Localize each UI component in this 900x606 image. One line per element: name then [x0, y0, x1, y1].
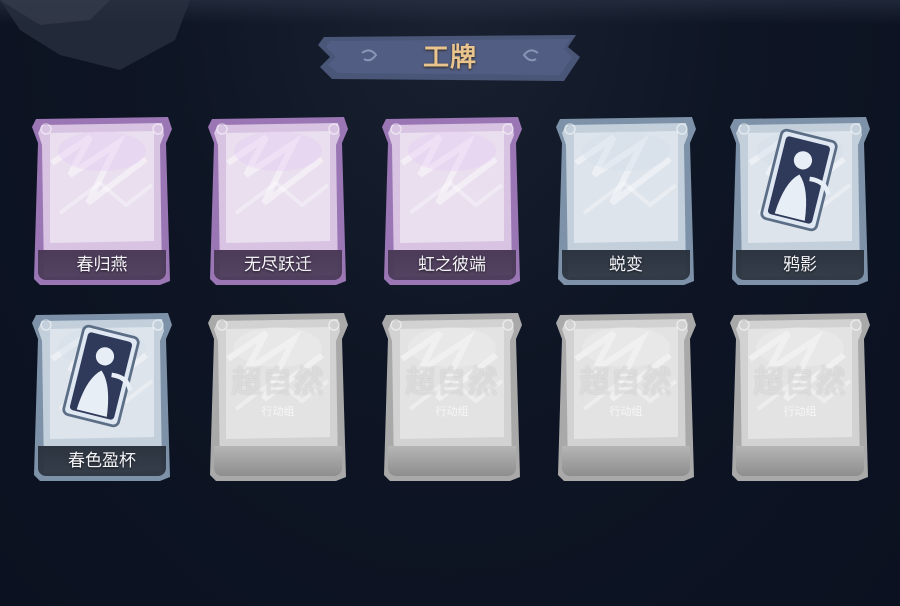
- badge-card[interactable]: 虹之彼端: [380, 113, 524, 288]
- badge-card[interactable]: 超自然 行动组: [728, 309, 872, 484]
- badge-name: 蜕变: [609, 255, 643, 275]
- badge-name: 春色盈杯: [68, 451, 136, 471]
- badge-name: 鸦影: [783, 255, 817, 275]
- badge-card[interactable]: 无尽跃迁: [206, 113, 350, 288]
- badge-name: 虹之彼端: [418, 255, 486, 275]
- badge-card[interactable]: 蜕变: [554, 113, 698, 288]
- watermark-title: 超自然: [231, 365, 325, 400]
- badge-label-bar: [562, 446, 690, 476]
- watermark-title: 超自然: [753, 365, 847, 400]
- locked-watermark: 超自然 行动组: [380, 357, 524, 419]
- badge-label-bar: [388, 446, 516, 476]
- watermark-subtitle: 行动组: [783, 405, 817, 418]
- watermark-subtitle: 行动组: [609, 405, 643, 418]
- watermark-subtitle: 行动组: [435, 405, 469, 418]
- watermark-subtitle: 行动组: [261, 405, 295, 418]
- badge-card[interactable]: 超自然 行动组: [554, 309, 698, 484]
- badge-collection-screen: 工牌 春归燕 无尽跃迁 虹之彼端 蜕变 鸦影 春色盈杯 超自然 行动组 超自然 行动组 超自然 行动组…: [0, 0, 900, 606]
- badge-card[interactable]: 超自然 行动组: [206, 309, 350, 484]
- title-banner: 工牌: [318, 33, 582, 83]
- badge-card[interactable]: 春色盈杯: [30, 309, 174, 484]
- locked-watermark: 超自然 行动组: [206, 357, 350, 419]
- silhouette-portrait-icon: [760, 128, 838, 232]
- corner-decoration: [0, 0, 190, 70]
- watermark-title: 超自然: [579, 365, 673, 400]
- badge-name: 无尽跃迁: [244, 255, 312, 275]
- badge-card[interactable]: 超自然 行动组: [380, 309, 524, 484]
- page-title: 工牌: [422, 43, 477, 73]
- badge-name: 春归燕: [76, 255, 128, 275]
- badge-card[interactable]: 春归燕: [30, 113, 174, 288]
- locked-watermark: 超自然 行动组: [728, 357, 872, 419]
- silhouette-portrait-icon: [62, 324, 140, 428]
- badge-label-bar: [214, 446, 342, 476]
- badge-card[interactable]: 鸦影: [728, 113, 872, 288]
- badge-label-bar: [736, 446, 864, 476]
- watermark-title: 超自然: [405, 365, 499, 400]
- locked-watermark: 超自然 行动组: [554, 357, 698, 419]
